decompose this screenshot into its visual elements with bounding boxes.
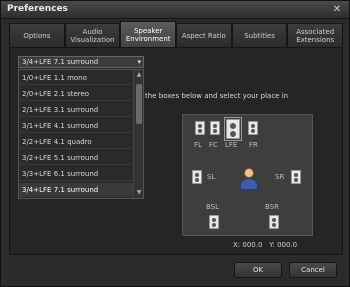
listener-head — [244, 168, 254, 178]
channel-label-bsr: BSR — [265, 203, 279, 211]
dropdown-option[interactable]: 3/1+LFE 4.1 surround — [19, 119, 133, 133]
chevron-down-icon[interactable]: ▾ — [137, 57, 141, 67]
dropdown-option[interactable]: 2/0+LFE 2.1 stereo — [19, 87, 133, 101]
listener-coordinates: X: 000.0 Y: 000.0 — [233, 241, 297, 249]
ok-button[interactable]: OK — [234, 262, 282, 278]
dropdown-option[interactable]: 3/2+LFE 5.1 surround — [19, 151, 133, 165]
speaker-config-value: 3/4+LFE 7.1 surround — [22, 58, 99, 66]
window-title: Preferences — [7, 4, 68, 14]
speaker-sl-icon[interactable] — [192, 170, 202, 184]
channel-label-fl: FL — [194, 141, 202, 149]
speaker-fl-icon[interactable] — [195, 121, 205, 135]
tab-associated-extensions[interactable]: Associated Extensions — [287, 23, 344, 47]
channel-label-sr: SR — [275, 173, 285, 181]
dropdown-scrollbar[interactable]: ▲ ▼ — [133, 70, 143, 198]
speaker-fc-icon[interactable] — [210, 121, 220, 135]
title-bar: Preferences ✕ — [1, 1, 349, 19]
y-label: Y: — [269, 241, 275, 249]
dropdown-option[interactable]: 3/3+LFE 6.1 surround — [19, 167, 133, 181]
x-value: 000.0 — [242, 241, 263, 249]
subwoofer-icon[interactable] — [226, 119, 240, 139]
tab-bar: Options Audio Visualization Speaker Envi… — [9, 21, 344, 47]
speaker-config-select[interactable]: 3/4+LFE 7.1 surround ▾ — [18, 56, 144, 68]
scroll-down-icon[interactable]: ▼ — [135, 189, 143, 197]
instruction-text: the boxes below and select your place in — [145, 92, 289, 100]
dropdown-option[interactable]: 2/2+LFE 4.1 quadro — [19, 135, 133, 149]
preferences-window: Preferences ✕ Options Audio Visualizatio… — [0, 0, 350, 287]
listener-icon[interactable] — [239, 168, 259, 190]
speaker-bsr-icon[interactable] — [269, 215, 279, 229]
scroll-up-icon[interactable]: ▲ — [135, 71, 143, 79]
dropdown-option[interactable]: 2/1+LFE 3.1 surround — [19, 103, 133, 117]
tab-subtitles[interactable]: Subtitles — [231, 23, 288, 47]
x-label: X: — [233, 241, 241, 249]
speaker-sr-icon[interactable] — [291, 170, 301, 184]
dropdown-option[interactable]: 1/0+LFE 1.1 mono — [19, 71, 133, 85]
listener-body — [240, 178, 258, 190]
cancel-button[interactable]: Cancel — [289, 262, 337, 278]
channel-label-lfe: LFE — [225, 141, 238, 149]
tab-options[interactable]: Options — [9, 23, 65, 47]
speaker-bsl-icon[interactable] — [209, 215, 219, 229]
close-icon[interactable]: ✕ — [330, 4, 344, 16]
speaker-config-dropdown: 1/0+LFE 1.1 mono 2/0+LFE 2.1 stereo 2/1+… — [18, 69, 144, 199]
channel-label-sl: SL — [207, 173, 216, 181]
scrollbar-thumb[interactable] — [136, 84, 142, 124]
channel-label-fr: FR — [249, 141, 258, 149]
speaker-fr-icon[interactable] — [248, 121, 258, 135]
tab-speaker-environment[interactable]: Speaker Environment — [120, 21, 177, 47]
tab-aspect-ratio[interactable]: Aspect Ratio — [176, 23, 232, 47]
dropdown-option-selected[interactable]: 3/4+LFE 7.1 surround — [19, 183, 133, 197]
speaker-placement-diagram[interactable]: FL FC LFE FR SL SR BSL BSR — [182, 114, 313, 236]
channel-label-bsl: BSL — [206, 203, 220, 211]
y-value: 000.0 — [277, 241, 298, 249]
tab-audio-visualization[interactable]: Audio Visualization — [64, 23, 121, 47]
channel-label-fc: FC — [209, 141, 218, 149]
